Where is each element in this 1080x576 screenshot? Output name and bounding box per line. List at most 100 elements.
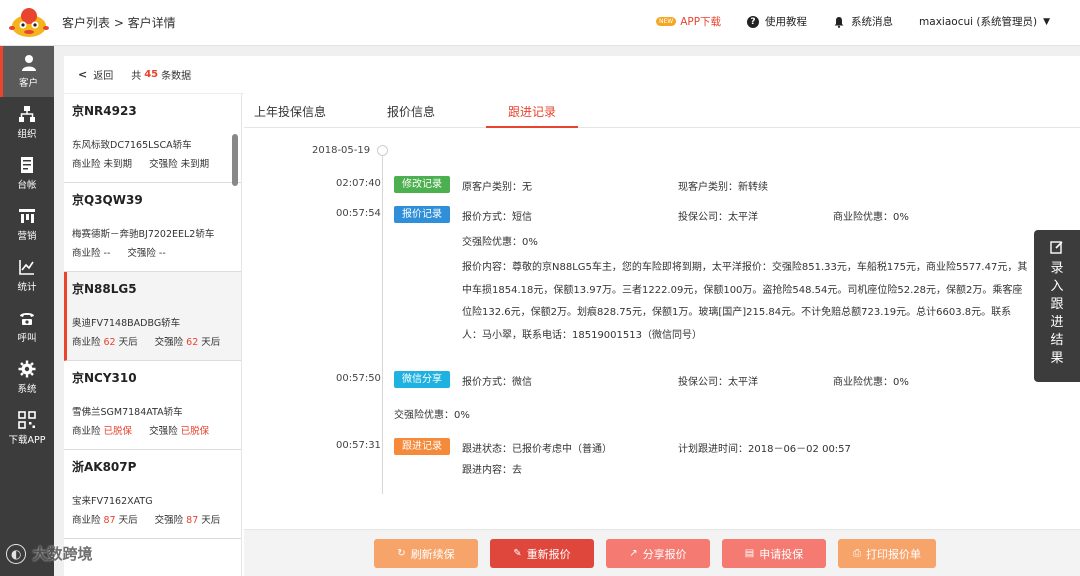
app-download-label: APP下载 <box>680 16 722 28</box>
vehicle-model: 东风标致DC7165LSCA轿车 <box>72 140 192 151</box>
comp-label: 交强险 <box>149 159 178 170</box>
plate-number: 京NCY310 <box>72 371 137 385</box>
list-header: < 返回 共 45 条数据 <box>64 56 244 94</box>
new-badge: NEW <box>655 17 677 26</box>
plate-number: 浙AK807P <box>72 460 137 474</box>
comp-label: 交强险 <box>149 426 178 437</box>
nav-item-ledger[interactable]: 台帐 <box>0 148 54 199</box>
insurance-status: 商业险 -- 交强险 -- <box>72 245 241 259</box>
customer-list[interactable]: 京NR4923 东风标致DC7165LSCA轿车 商业险 未到期 交强险 未到期 京… <box>64 94 242 576</box>
nav-item-stats[interactable]: 统计 <box>0 250 54 301</box>
comp-label: 交强险 <box>127 248 156 259</box>
timeline-date: 2018-05-19 <box>312 145 371 156</box>
record-follow-up-label: 录入跟进结果 <box>1050 261 1064 366</box>
nav-label: 系统 <box>17 384 37 395</box>
nav-label: 下载APP <box>8 435 46 446</box>
comp-value: 未到期 <box>180 159 210 170</box>
button-label: 重新报价 <box>526 547 571 561</box>
tab-last-year-insurance[interactable]: 上年投保信息 <box>254 103 326 120</box>
insurance-status: 商业险 已脱保 交强险 已脱保 <box>72 423 241 437</box>
nav-item-org[interactable]: 组织 <box>0 97 54 148</box>
requote-button[interactable]: ✎ 重新报价 <box>490 539 594 568</box>
biz-label: 商业险 <box>72 159 101 170</box>
print-quote-button[interactable]: ⎙ 打印报价单 <box>838 539 936 568</box>
nav-item-customer[interactable]: 客户 <box>0 46 54 97</box>
biz-value: 已脱保 <box>103 426 133 437</box>
biz-label: 商业险 <box>72 515 101 526</box>
apply-insurance-button[interactable]: ▤ 申请投保 <box>722 539 826 568</box>
app-download-link[interactable]: NEW APP下载 <box>655 14 722 29</box>
entry-time: 02:07:40 <box>336 178 381 189</box>
insurance-status: 商业险 62 天后 交强险 62 天后 <box>72 334 241 348</box>
customer-card[interactable]: 浙AK807P 宝来FV7162XATG 商业险 87 天后 交强险 87 天后 <box>64 450 241 539</box>
document-icon: ▤ <box>744 548 755 559</box>
record-follow-up-button[interactable]: 录入跟进结果 <box>1034 230 1080 382</box>
comp-unit: 天后 <box>201 337 221 348</box>
phone-icon <box>20 313 34 325</box>
breadcrumb[interactable]: 客户列表 > 客户详情 <box>62 14 176 31</box>
vehicle-model: 雪佛兰SGM7184ATA轿车 <box>72 407 183 418</box>
marketing-icon <box>19 209 35 223</box>
share-quote-button[interactable]: ↗ 分享报价 <box>606 539 710 568</box>
entry-field: 跟进状态：已报价考虑中（普通） <box>462 444 612 455</box>
user-name: maxiaocui (系统管理员) <box>919 16 1038 28</box>
bell-icon <box>834 16 844 28</box>
top-bar: 客户列表 > 客户详情 NEW APP下载 ? 使用教程 系统消息 maxiao… <box>0 0 1080 46</box>
refresh-renewal-button[interactable]: ↻ 刷新续保 <box>374 539 478 568</box>
tab-quote-info[interactable]: 报价信息 <box>387 103 435 120</box>
vehicle-model: 奥迪FV7148BADBG轿车 <box>72 318 181 329</box>
plate-number: 京N88LG5 <box>72 282 137 296</box>
entry-field: 计划跟进时间：2018－06－02 00:57 <box>678 444 851 455</box>
tutorial-label: 使用教程 <box>765 16 808 28</box>
entry-field: 原客户类别：无 <box>462 182 532 193</box>
chevron-left-icon: < <box>78 68 88 81</box>
brand-logo[interactable] <box>8 4 50 42</box>
customer-card[interactable]: 京NCY310 雪佛兰SGM7184ATA轿车 商业险 已脱保 交强险 已脱保 <box>64 361 241 450</box>
customer-card[interactable]: 京NR4923 东风标致DC7165LSCA轿车 商业险 未到期 交强险 未到期 <box>64 94 241 183</box>
entry-field: 交强险优惠：0% <box>394 410 470 421</box>
nav-item-marketing[interactable]: 营销 <box>0 199 54 250</box>
tag-modify-record: 修改记录 <box>394 176 450 193</box>
nav-item-call[interactable]: 呼叫 <box>0 301 54 352</box>
insurance-status: 商业险 未到期 交强险 未到期 <box>72 156 241 170</box>
tab-follow-up[interactable]: 跟进记录 <box>508 103 556 120</box>
total-count: 45 <box>144 69 159 80</box>
nav-label: 客户 <box>18 78 38 89</box>
qr-icon <box>18 411 36 429</box>
timeline-dot <box>377 145 388 156</box>
comp-value: -- <box>158 248 166 259</box>
messages-label: 系统消息 <box>851 16 894 28</box>
entry-field: 报价方式：微信 <box>462 377 532 388</box>
comp-days: 87 <box>186 515 199 526</box>
nav-label: 组织 <box>17 129 37 140</box>
follow-up-timeline: 2018-05-19 02:07:40 修改记录 原客户类别：无 现客户类别：新… <box>244 128 1034 528</box>
entry-field: 投保公司：太平洋 <box>678 212 758 223</box>
biz-unit: 天后 <box>118 337 138 348</box>
left-nav: 客户 组织 台帐 营销 统计 呼叫 系统 下载APP <box>0 46 54 576</box>
customer-card[interactable]: 京Q3QW39 梅赛德斯－奔驰BJ7202EEL2轿车 商业险 -- 交强险 -- <box>64 183 241 272</box>
entry-field: 报价方式：短信 <box>462 212 532 223</box>
print-icon: ⎙ <box>853 548 861 559</box>
tag-follow-up-record: 跟进记录 <box>394 438 450 455</box>
list-scrollbar[interactable] <box>232 134 238 186</box>
share-icon: ↗ <box>629 548 638 559</box>
entry-time: 00:57:50 <box>336 373 381 384</box>
nav-item-system[interactable]: 系统 <box>0 352 54 403</box>
customer-card-selected[interactable]: 京N88LG5 奥迪FV7148BADBG轿车 商业险 62 天后 交强险 62 天后 <box>64 272 241 361</box>
total-suffix: 条数据 <box>161 71 192 82</box>
button-label: 刷新续保 <box>410 547 455 561</box>
edit-icon: ✎ <box>513 548 522 559</box>
biz-label: 商业险 <box>72 426 101 437</box>
nav-item-download-app[interactable]: 下载APP <box>0 403 54 454</box>
org-icon <box>19 106 35 122</box>
comp-label: 交强险 <box>154 515 184 526</box>
user-menu[interactable]: maxiaocui (系统管理员) ▼ <box>919 14 1050 29</box>
watermark: ◐ 大数跨境 <box>6 543 93 564</box>
biz-value: -- <box>103 248 111 259</box>
total-prefix: 共 <box>131 71 142 82</box>
messages-link[interactable]: 系统消息 <box>833 14 893 29</box>
tutorial-link[interactable]: ? 使用教程 <box>747 14 807 29</box>
nav-label: 台帐 <box>17 180 37 191</box>
back-button[interactable]: < 返回 <box>78 67 113 82</box>
entry-field: 现客户类别：新转续 <box>678 182 768 193</box>
